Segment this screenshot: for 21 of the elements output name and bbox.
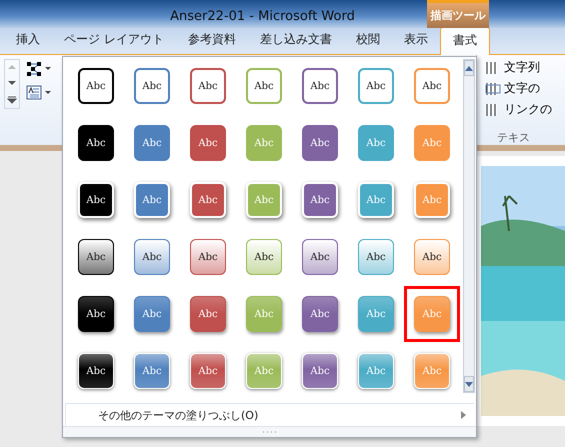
command-icon	[485, 82, 501, 96]
window-title: Anser22-01 - Microsoft Word	[170, 8, 355, 24]
group-label: テキス	[496, 130, 531, 145]
context-tab-label: 描画ツール	[427, 0, 489, 28]
text-box-icon[interactable]	[26, 85, 52, 101]
scroll-up-icon[interactable]	[465, 66, 473, 70]
ribbon-tab[interactable]: 参考資料	[176, 31, 248, 54]
edit-shape-icon[interactable]	[26, 61, 52, 77]
ribbon-tab[interactable]: 差し込み文書	[248, 31, 344, 54]
scroll-down-icon[interactable]	[465, 382, 473, 386]
gallery-scroll-buttons[interactable]	[4, 59, 20, 109]
ribbon-command[interactable]: 文字の	[485, 80, 565, 97]
ribbon-tab[interactable]: 表示	[392, 31, 440, 54]
ribbon-tab[interactable]: ページ レイアウト	[52, 31, 176, 54]
ribbon-tab[interactable]: 書式	[440, 27, 490, 55]
ribbon-command[interactable]: リンクの	[485, 101, 565, 118]
ribbon-tab[interactable]: 校閲	[344, 31, 392, 54]
ribbon-tab[interactable]: 挿入	[4, 31, 52, 54]
scrollbar[interactable]	[463, 59, 475, 393]
ribbon-command[interactable]: 文字列	[485, 59, 565, 76]
submenu-arrow-icon	[461, 411, 466, 419]
